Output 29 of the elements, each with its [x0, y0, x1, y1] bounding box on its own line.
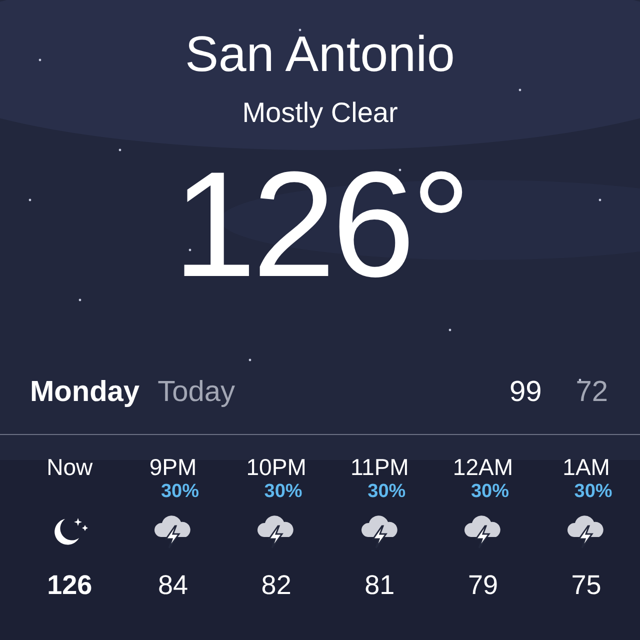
hour-temperature: 81 [364, 569, 395, 601]
rain-chance: 30% [470, 481, 509, 503]
hour-temperature: 82 [261, 569, 292, 601]
thunderstorm-icon [360, 513, 400, 549]
city-name: San Antonio [185, 25, 455, 84]
hour-temperature: 79 [468, 569, 498, 601]
hour-temperature: 75 [571, 569, 602, 601]
rain-chance: 30% [264, 481, 302, 503]
day-name: Monday [30, 376, 140, 409]
rain-chance: 30% [574, 481, 612, 503]
hour-time: 9PM [149, 453, 197, 481]
hour-time: 10PM [246, 453, 306, 481]
rain-chance: 30% [368, 481, 406, 503]
current-temperature: 126° [172, 144, 468, 304]
hour-time: 1AM [562, 453, 610, 481]
rain-chance: 30% [160, 481, 199, 503]
hour-temperature: 84 [158, 569, 188, 601]
thunderstorm-icon [566, 513, 606, 549]
hour-time: 12AM [452, 453, 514, 481]
hour-time: Now [46, 453, 93, 481]
thunderstorm-icon [152, 513, 193, 549]
day-label: Today [158, 376, 236, 409]
thunderstorm-icon [462, 513, 503, 549]
high-temperature: 99 [509, 376, 542, 409]
thunderstorm-icon [256, 513, 296, 549]
hour-time: 11PM [350, 453, 409, 481]
low-temperature: 72 [576, 376, 608, 409]
weather-condition: Mostly Clear [242, 96, 398, 130]
hour-temperature: 126 [47, 569, 92, 601]
